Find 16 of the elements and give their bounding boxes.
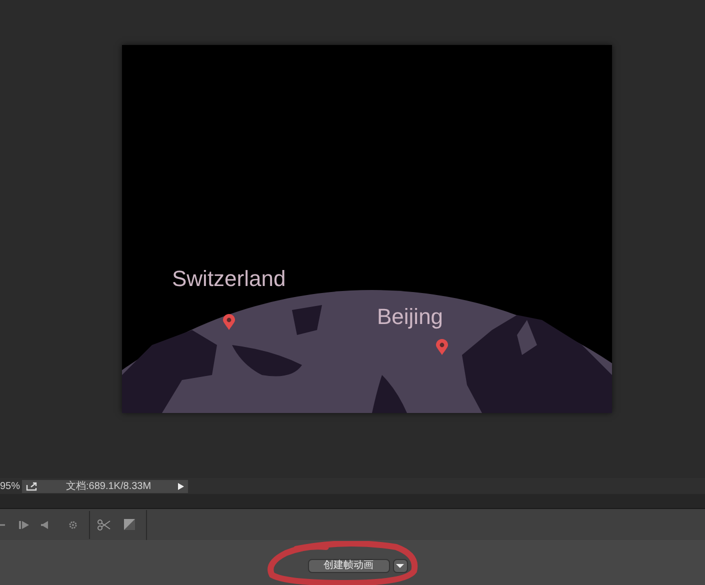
share-icon[interactable] xyxy=(26,482,38,490)
caret-icon xyxy=(396,564,404,568)
gear-icon[interactable] xyxy=(68,520,78,530)
scissors-icon[interactable] xyxy=(97,518,111,530)
map-label: Beijing xyxy=(377,306,444,328)
create-frame-animation-button[interactable]: 创建帧动画 xyxy=(308,559,390,573)
play-icon[interactable] xyxy=(178,482,184,490)
map-label: Switzerland xyxy=(172,268,286,290)
map-pin-icon xyxy=(223,314,235,330)
zoom-level: 95% xyxy=(0,480,22,494)
document-size: 文档:689.1K/8.33M xyxy=(66,480,152,494)
step-forward-icon[interactable] xyxy=(19,520,29,528)
speaker-icon[interactable] xyxy=(41,520,48,528)
dropdown-button[interactable] xyxy=(392,559,408,573)
transition-icon[interactable] xyxy=(124,519,135,530)
map-pin-icon xyxy=(436,339,448,355)
